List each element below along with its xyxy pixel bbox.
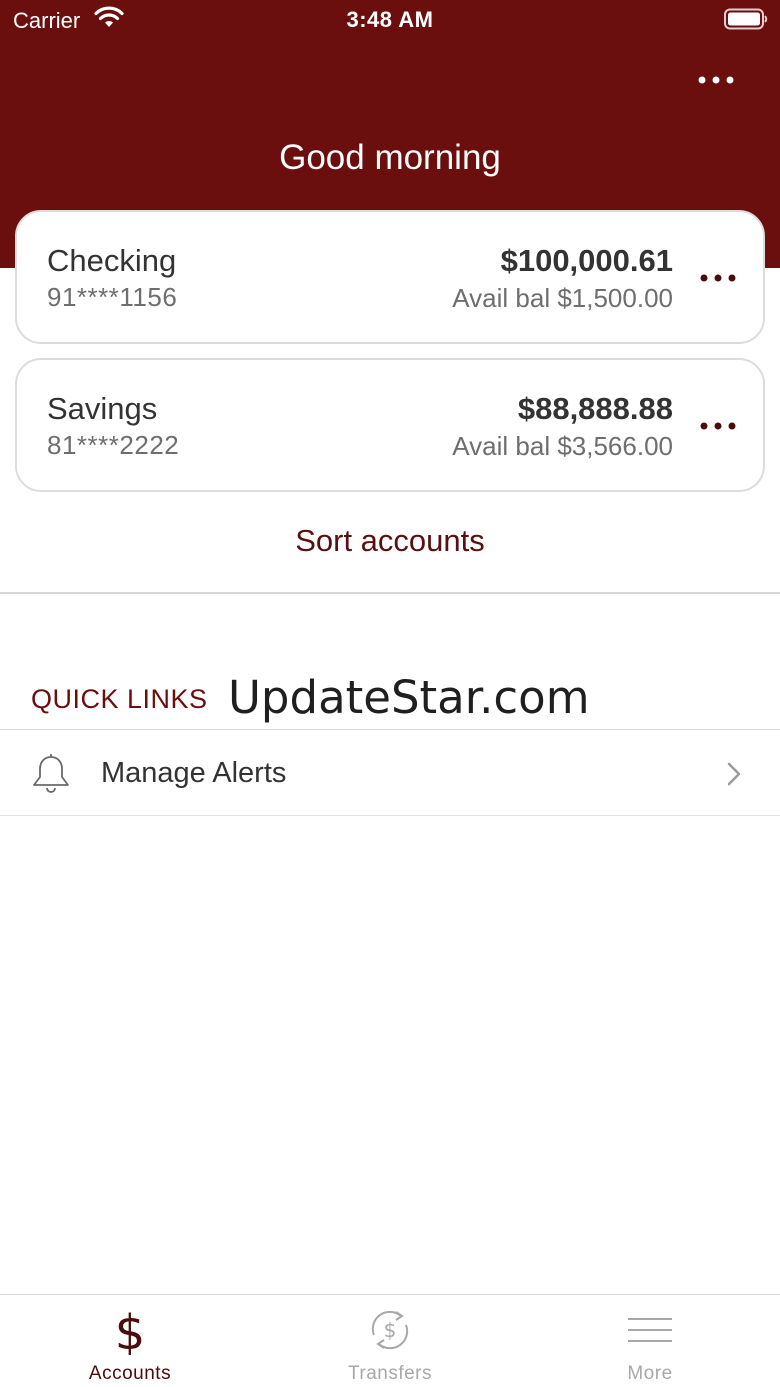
account-balance: $88,888.88: [517, 391, 673, 426]
manage-alerts-link[interactable]: Manage Alerts: [0, 730, 780, 815]
transfer-dollar-icon: $: [371, 1310, 409, 1350]
divider: [0, 815, 780, 816]
bell-icon: [33, 754, 69, 793]
status-bar: Carrier 3:48 AM: [0, 0, 780, 40]
tab-bar: $ Accounts $ Transfers More: [0, 1294, 780, 1387]
ellipsis-icon: [700, 422, 736, 430]
account-card-savings[interactable]: Savings 81****2222 $88,888.88 Avail bal …: [15, 358, 765, 492]
dollar-icon: $: [115, 1305, 146, 1355]
greeting-title: Good morning: [279, 138, 501, 177]
account-card-checking[interactable]: Checking 91****1156 $100,000.61 Avail ba…: [15, 210, 765, 344]
tab-label: More: [627, 1363, 673, 1384]
tab-more[interactable]: More: [520, 1295, 780, 1387]
ellipsis-icon: [698, 76, 734, 84]
account-available-balance: Avail bal $3,566.00: [452, 431, 673, 461]
quick-links-heading: QUICK LINKS: [31, 684, 208, 714]
tab-label: Accounts: [88, 1363, 172, 1384]
header-more-button[interactable]: [690, 62, 742, 98]
account-name: Checking: [47, 243, 177, 278]
status-time: 3:48 AM: [346, 7, 434, 32]
chevron-right-icon: [727, 762, 741, 786]
watermark: UpdateStar.com: [228, 671, 590, 724]
account-name: Savings: [47, 391, 158, 426]
tab-label: Transfers: [347, 1363, 433, 1384]
account-options-button[interactable]: [693, 404, 743, 448]
manage-alerts-label: Manage Alerts: [101, 757, 287, 789]
menu-icon: [628, 1318, 672, 1342]
battery-icon: [724, 8, 768, 30]
ellipsis-icon: [700, 274, 736, 282]
account-balance: $100,000.61: [500, 243, 673, 278]
sort-accounts-button[interactable]: Sort accounts: [0, 523, 780, 559]
tab-transfers[interactable]: $ Transfers: [260, 1295, 520, 1387]
account-number: 81****2222: [47, 430, 180, 460]
account-options-button[interactable]: [693, 256, 743, 300]
divider: [0, 592, 780, 594]
svg-text:$: $: [115, 1305, 146, 1355]
svg-text:$: $: [384, 1318, 397, 1342]
account-available-balance: Avail bal $1,500.00: [452, 283, 673, 313]
tab-accounts[interactable]: $ Accounts: [0, 1295, 260, 1387]
account-number: 91****1156: [47, 282, 178, 312]
